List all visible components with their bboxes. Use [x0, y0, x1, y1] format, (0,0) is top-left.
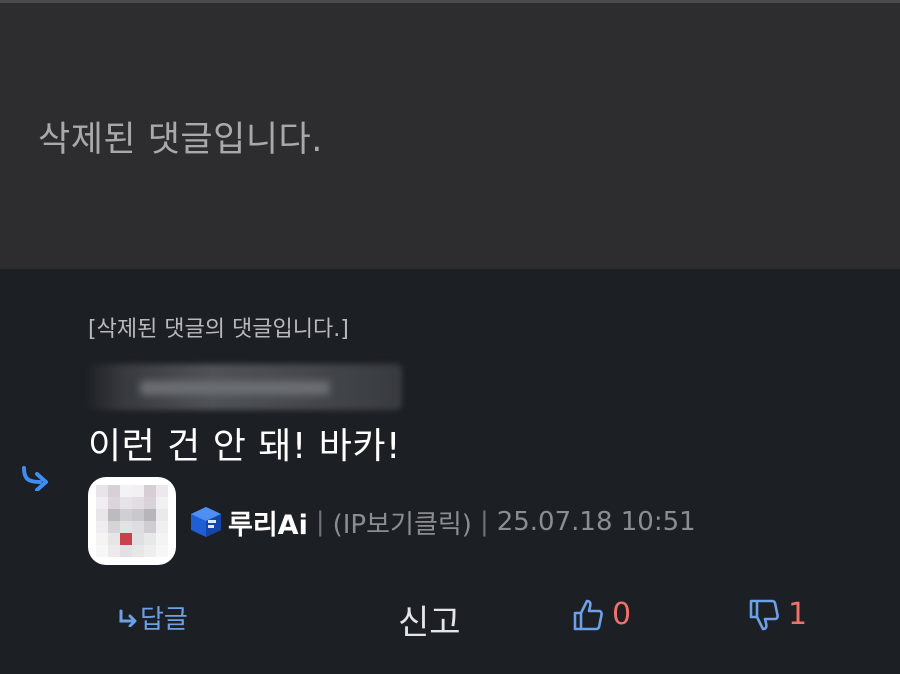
meta-separator: |: [315, 507, 325, 537]
reply-comment: [삭제된 댓글의 댓글입니다.] 이런 건 안 돼! 바카! 루리Ai | (I…: [0, 269, 900, 674]
downvote-count: 1: [788, 597, 808, 632]
blurred-quote-line: [140, 381, 330, 395]
reply-button-label: 답글: [140, 605, 188, 635]
meta-separator: |: [479, 507, 489, 537]
parent-reference-text: [삭제된 댓글의 댓글입니다.]: [88, 317, 349, 342]
thumbs-down-icon: [749, 599, 779, 630]
upvote-button[interactable]: 0: [572, 597, 631, 632]
avatar-pixel-art: [96, 485, 168, 557]
reply-button[interactable]: 답글: [118, 599, 188, 636]
deleted-parent-comment: 삭제된 댓글입니다.: [0, 3, 900, 269]
ip-view-link[interactable]: (IP보기클릭): [333, 504, 472, 541]
reply-arrow-icon: [22, 466, 48, 491]
thumbs-up-icon: [573, 599, 603, 630]
reply-text: 이런 건 안 돼! 바카!: [88, 426, 401, 467]
upvote-count: 0: [612, 597, 632, 632]
author-meta: 루리Ai | (IP보기클릭) | 25.07.18 10:51: [188, 503, 696, 541]
downvote-button[interactable]: 1: [748, 597, 807, 632]
level-cube-icon: [191, 507, 221, 537]
comment-datetime: 25.07.18 10:51: [496, 507, 696, 537]
reply-small-arrow-icon: [119, 609, 137, 627]
report-button[interactable]: 신고: [398, 595, 461, 644]
author-nickname[interactable]: 루리Ai: [228, 503, 308, 542]
deleted-comment-text: 삭제된 댓글입니다.: [38, 120, 323, 160]
avatar[interactable]: [88, 477, 176, 565]
comment-actions: 답글 신고 0 1: [0, 587, 900, 643]
